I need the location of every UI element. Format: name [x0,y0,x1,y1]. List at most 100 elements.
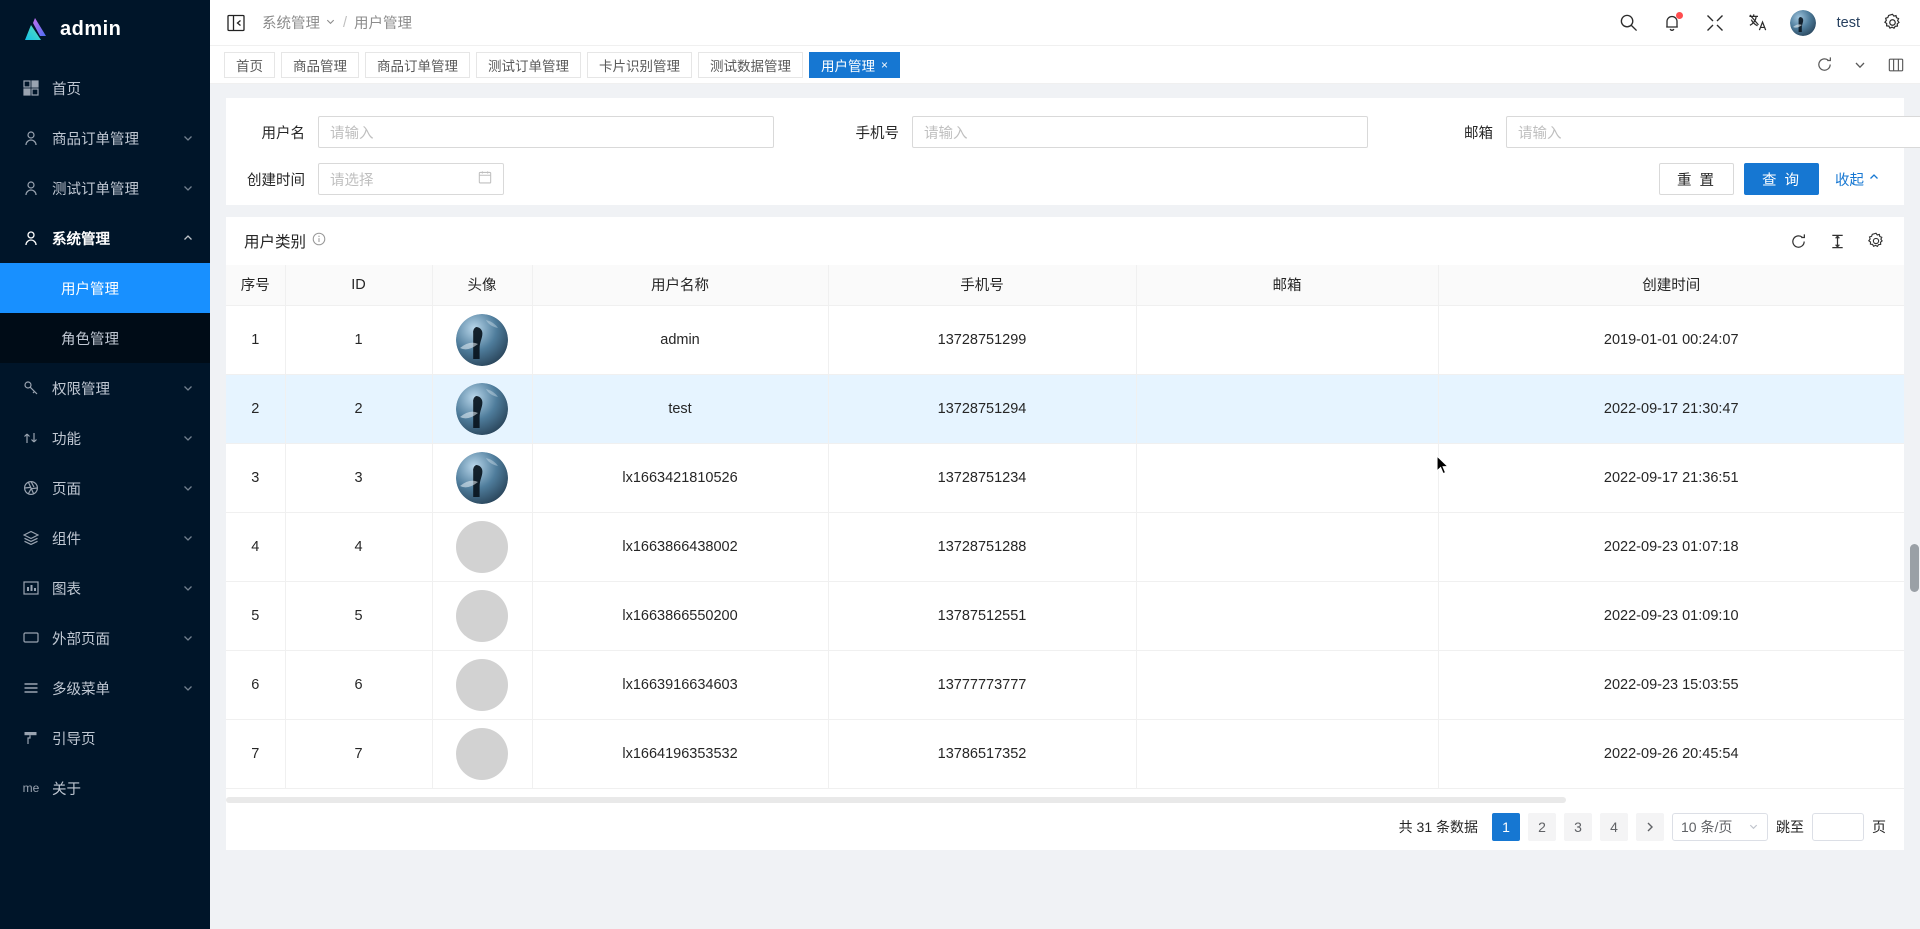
sidebar-item-label: 权限管理 [52,381,110,398]
page-button-2[interactable]: 2 [1528,813,1556,841]
search-icon[interactable] [1618,12,1640,34]
close-icon[interactable]: × [881,58,888,72]
table-row[interactable]: 4 4 lx1663866438002 13728751288 2022-09-… [226,512,1904,582]
sidebar-item-features[interactable]: 功能 [0,413,210,463]
scrollbar-thumb[interactable] [226,797,1566,803]
page-vertical-scrollbar[interactable] [1910,204,1919,674]
sidebar-item-multilevel-menu[interactable]: 多级菜单 [0,663,210,713]
tab-label: 用户管理 [821,58,875,74]
page-button-4[interactable]: 4 [1600,813,1628,841]
jump-suffix-label: 页 [1872,819,1886,835]
sidebar-item-home[interactable]: 首页 [0,63,210,113]
avatar[interactable] [456,382,508,435]
table-row[interactable]: 2 2 test 13728751294 2022-09-17 21:30:47 [226,374,1904,444]
avatar-placeholder[interactable] [456,658,508,711]
tab-home[interactable]: 首页 [224,51,275,78]
horizontal-scrollbar[interactable] [226,796,1904,804]
gear-icon[interactable] [1881,12,1903,34]
sidebar-item-charts[interactable]: 图表 [0,563,210,613]
sidebar-item-permission[interactable]: 权限管理 [0,363,210,413]
cell-email [1136,581,1439,651]
sidebar-item-product-orders[interactable]: 商品订单管理 [0,113,210,163]
avatar-placeholder[interactable] [456,520,508,573]
sidebar-subitem-label: 用户管理 [61,281,119,298]
grid-icon [22,79,40,97]
tab-card-recognition-management[interactable]: 卡片识别管理 [587,51,692,78]
collapse-label: 收起 [1835,172,1864,189]
avatar[interactable] [456,451,508,504]
cell-avatar [432,374,533,444]
chevron-down-icon [182,482,194,494]
col-id: ID [285,265,433,306]
breadcrumb-parent[interactable]: 系统管理 [262,12,320,33]
sidebar-item-label: 功能 [52,431,81,448]
sidebar-item-guide[interactable]: 引导页 [0,713,210,763]
page-button-3[interactable]: 3 [1564,813,1592,841]
bell-icon[interactable] [1661,11,1683,34]
refresh-icon[interactable] [1788,231,1808,251]
collapse-toggle[interactable]: 收起 [1835,169,1880,190]
logo-row[interactable]: admin [0,0,210,58]
sidebar-item-system-management[interactable]: 系统管理 [0,213,210,263]
guide-icon [22,729,40,747]
columns-icon[interactable] [1886,55,1906,75]
cell-id: 2 [285,374,433,444]
input-placeholder: 请输入 [330,125,374,142]
search-input-phone[interactable]: 请输入 [912,116,1368,148]
page-button-1[interactable]: 1 [1492,813,1520,841]
user-table: 序号 ID 头像 用户名称 手机号 邮箱 创建时间 1 1 admin 1372… [226,265,1904,789]
tab-test-order-management[interactable]: 测试订单管理 [476,51,581,78]
search-input-created-time[interactable]: 请选择 [318,163,504,195]
search-input-email[interactable]: 请输入 [1506,116,1920,148]
table-row[interactable]: 1 1 admin 13728751299 2019-01-01 00:24:0… [226,305,1904,375]
sidebar-item-external-pages[interactable]: 外部页面 [0,613,210,663]
avatar[interactable] [1789,9,1816,36]
search-panel: 用户名 请输入 手机号 请输入 邮箱 请输入 创建时间 请选择 重 置 查 询 … [226,98,1920,205]
cell-id: 4 [285,512,433,582]
sidebar-item-role-management[interactable]: 角色管理 [0,313,210,363]
tab-test-data-management[interactable]: 测试数据管理 [698,51,803,78]
scrollbar-thumb[interactable] [1910,544,1919,592]
table-row[interactable]: 6 6 lx1663916634603 13777773777 2022-09-… [226,650,1904,720]
sidebar-item-pages[interactable]: 页面 [0,463,210,513]
query-button[interactable]: 查 询 [1743,163,1819,195]
table-row[interactable]: 5 5 lx1663866550200 13787512551 2022-09-… [226,581,1904,651]
sidebar-item-label: 测试订单管理 [52,181,139,198]
page-size-select[interactable]: 10 条/页 [1672,813,1768,841]
jump-page-input[interactable] [1812,813,1864,841]
cell-phone: 13787512551 [828,581,1137,651]
app-root: admin 首页 商品订单管理 测试订单管理 系统管理 用户管理 角色管理 权限… [0,0,1920,929]
density-icon[interactable] [1827,231,1847,251]
table-row[interactable]: 3 3 lx1663421810526 13728751234 2022-09-… [226,443,1904,513]
reset-button[interactable]: 重 置 [1658,163,1734,195]
cell-username: admin [532,305,829,375]
info-circle-icon[interactable] [312,232,326,251]
user-name[interactable]: test [1837,15,1860,31]
field-label: 邮箱 [1464,125,1493,142]
calendar-icon[interactable] [478,170,492,188]
fullscreen-icon[interactable] [1704,12,1726,34]
tab-product-order-management[interactable]: 商品订单管理 [365,51,470,78]
table-scroll-region[interactable]: 序号 ID 头像 用户名称 手机号 邮箱 创建时间 1 1 admin 1372… [226,265,1904,796]
sidebar-item-components[interactable]: 组件 [0,513,210,563]
sidebar-item-about[interactable]: me 关于 [0,763,210,813]
translate-icon[interactable] [1747,12,1769,34]
next-page-button[interactable] [1636,813,1664,841]
table-row[interactable]: 7 7 lx1664196353532 13786517352 2022-09-… [226,719,1904,789]
chevron-down-icon[interactable] [325,15,336,31]
chevron-down-icon[interactable] [1850,55,1870,75]
avatar[interactable] [456,313,508,366]
user-icon [22,229,40,247]
menu-fold-icon[interactable] [224,11,248,35]
sidebar-item-user-management[interactable]: 用户管理 [0,263,210,313]
tab-user-management[interactable]: 用户管理 × [809,51,901,78]
avatar-placeholder[interactable] [456,589,508,642]
sidebar-item-label: 引导页 [52,731,96,748]
settings-gear-icon[interactable] [1866,231,1886,251]
cell-index: 3 [226,443,286,513]
avatar-placeholder[interactable] [456,727,508,780]
tab-product-management[interactable]: 商品管理 [281,51,359,78]
refresh-icon[interactable] [1814,55,1834,75]
sidebar-item-test-orders[interactable]: 测试订单管理 [0,163,210,213]
search-input-username[interactable]: 请输入 [318,116,774,148]
